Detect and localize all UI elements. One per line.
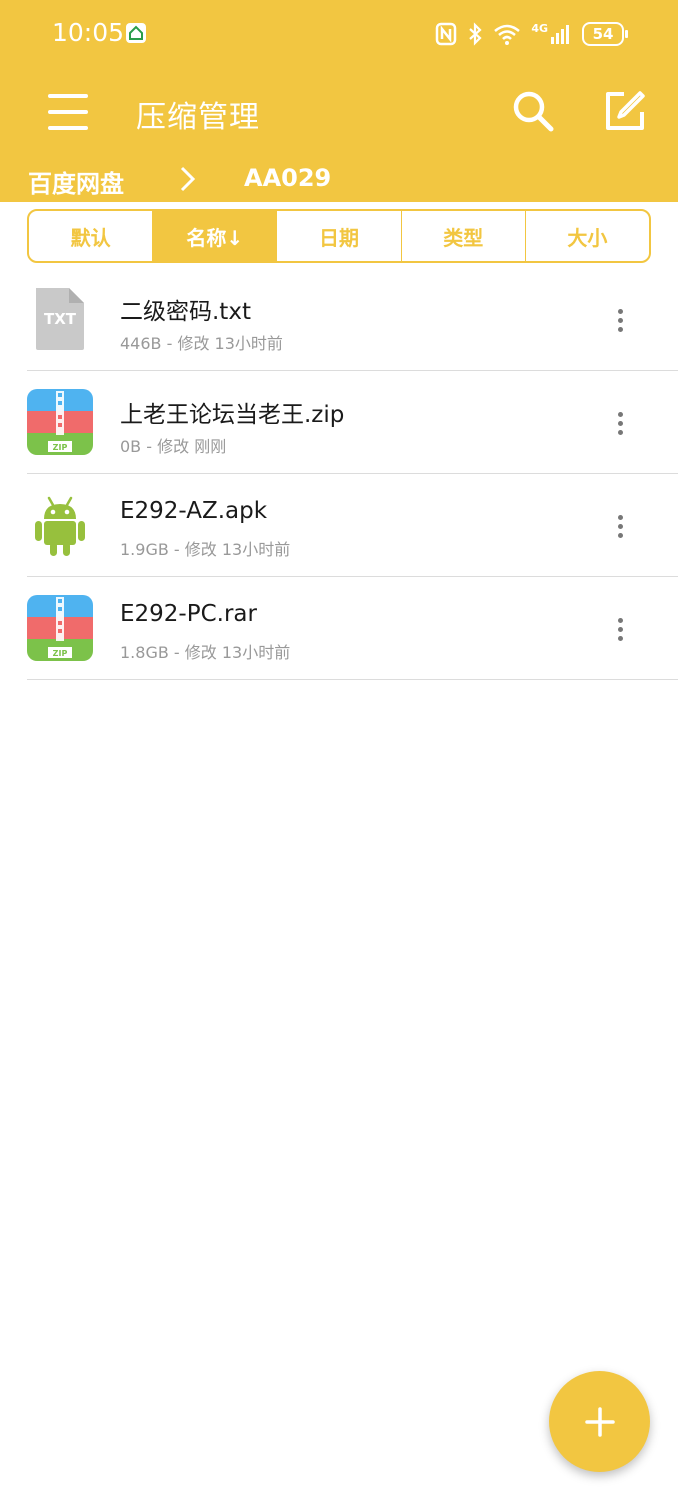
status-time: 10:05 bbox=[52, 18, 125, 47]
nfc-icon bbox=[436, 22, 457, 46]
more-options-button[interactable] bbox=[605, 298, 635, 342]
edit-button[interactable] bbox=[602, 88, 648, 134]
txt-file-icon: TXT bbox=[36, 288, 84, 350]
file-name: E292-PC.rar bbox=[120, 601, 257, 627]
notification-app-icon bbox=[126, 23, 146, 43]
chevron-right-icon bbox=[180, 166, 196, 192]
sort-tab-name[interactable]: 名称↓ bbox=[153, 211, 278, 261]
bluetooth-icon bbox=[469, 22, 482, 46]
zip-archive-icon: ZIP bbox=[27, 389, 93, 455]
file-meta: 1.8GB - 修改 13小时前 bbox=[120, 643, 291, 662]
zip-icon-label: ZIP bbox=[53, 649, 68, 658]
file-name: 上老王论坛当老王.zip bbox=[120, 402, 345, 428]
status-bar: 10:05 4G 54 bbox=[0, 0, 678, 68]
app-title: 压缩管理 bbox=[136, 100, 260, 135]
file-list: TXT 二级密码.txt 446B - 修改 13小时前 ZIP 上老王论坛当老… bbox=[0, 268, 678, 680]
zip-icon-label: ZIP bbox=[53, 443, 68, 452]
breadcrumb: 百度网盘 AA029 bbox=[0, 158, 678, 202]
plus-icon bbox=[584, 1406, 615, 1437]
zip-archive-icon: ZIP bbox=[27, 595, 93, 661]
breadcrumb-current[interactable]: AA029 bbox=[244, 164, 331, 192]
more-options-button[interactable] bbox=[605, 401, 635, 445]
android-apk-icon bbox=[35, 496, 85, 556]
file-meta: 0B - 修改 刚刚 bbox=[120, 437, 227, 456]
more-vert-icon bbox=[617, 411, 623, 417]
txt-icon-label: TXT bbox=[44, 310, 77, 328]
network-label: 4G bbox=[531, 21, 548, 35]
file-name: 二级密码.txt bbox=[120, 299, 251, 325]
battery-icon: 54 bbox=[582, 22, 628, 46]
search-button[interactable] bbox=[510, 88, 556, 134]
sort-tab-type[interactable]: 类型 bbox=[402, 211, 526, 261]
sort-tab-size[interactable]: 大小 bbox=[526, 211, 649, 261]
sort-tab-default[interactable]: 默认 bbox=[29, 211, 154, 261]
app-bar: 压缩管理 bbox=[0, 68, 678, 158]
file-row[interactable]: ZIP E292-PC.rar 1.8GB - 修改 13小时前 bbox=[27, 577, 678, 680]
file-name: E292-AZ.apk bbox=[120, 498, 268, 524]
more-vert-icon bbox=[617, 514, 623, 520]
file-row[interactable]: E292-AZ.apk 1.9GB - 修改 13小时前 bbox=[27, 474, 678, 577]
more-vert-icon bbox=[617, 308, 623, 314]
wifi-icon bbox=[494, 24, 521, 45]
sort-tab-date[interactable]: 日期 bbox=[277, 211, 402, 261]
status-icons: 4G 54 bbox=[435, 20, 628, 48]
edit-icon bbox=[606, 91, 645, 130]
more-vert-icon bbox=[617, 617, 623, 623]
file-row[interactable]: ZIP 上老王论坛当老王.zip 0B - 修改 刚刚 bbox=[27, 371, 678, 474]
sort-tabs: 默认 名称↓ 日期 类型 大小 bbox=[27, 209, 651, 263]
more-options-button[interactable] bbox=[605, 504, 635, 548]
more-options-button[interactable] bbox=[605, 607, 635, 651]
add-fab-button[interactable] bbox=[549, 1371, 650, 1472]
file-meta: 1.9GB - 修改 13小时前 bbox=[120, 540, 291, 559]
breadcrumb-root[interactable]: 百度网盘 bbox=[28, 164, 124, 199]
menu-button[interactable] bbox=[46, 90, 90, 134]
hamburger-menu-icon bbox=[48, 94, 88, 130]
file-meta: 446B - 修改 13小时前 bbox=[120, 334, 283, 353]
top-header: 10:05 4G 54 压缩管理 百度网盘 AA029 bbox=[0, 0, 678, 202]
battery-level: 54 bbox=[592, 25, 614, 43]
signal-icon bbox=[551, 25, 569, 44]
file-row[interactable]: TXT 二级密码.txt 446B - 修改 13小时前 bbox=[27, 268, 678, 371]
search-icon bbox=[513, 91, 554, 132]
